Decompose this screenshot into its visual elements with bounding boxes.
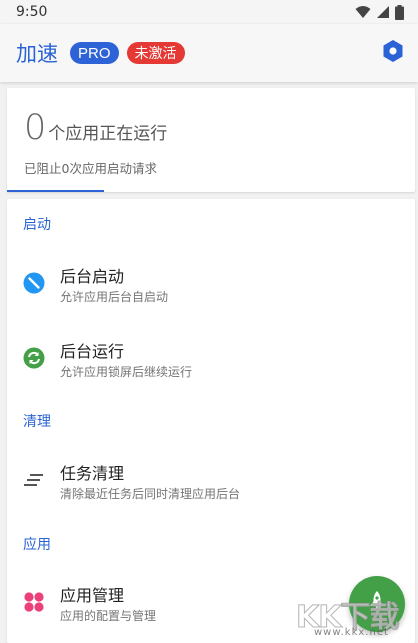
list-item-title: 后台运行: [60, 342, 125, 361]
status-time: 9:50: [16, 4, 48, 20]
running-apps-label: 个应用正在运行: [48, 124, 168, 144]
app-title: 加速: [16, 42, 58, 66]
clear-tasks-icon: [23, 469, 45, 491]
list-item-subtitle: 允许应用后台自启动: [60, 290, 169, 304]
list-item-title: 任务清理: [60, 464, 125, 483]
status-bar: 9:50: [0, 0, 418, 24]
battery-icon: [395, 4, 404, 20]
list-item-subtitle: 应用的配置与管理: [60, 609, 157, 623]
status-icons: [355, 4, 404, 20]
section-header-apps: 应用: [23, 537, 51, 553]
pro-badge[interactable]: PRO: [70, 42, 119, 64]
boost-fab-button[interactable]: [349, 576, 405, 632]
wifi-icon: [355, 5, 371, 19]
summary-tab-indicator: [7, 190, 104, 192]
app-bar: 加速 PRO 未激活: [0, 24, 418, 82]
list-item-background-launch[interactable]: 后台启动 允许应用后台自启动: [7, 255, 415, 313]
no-autostart-icon: [23, 272, 45, 294]
running-summary: 0 个应用正在运行: [24, 108, 167, 148]
hexagon-settings-icon: [383, 40, 403, 66]
list-item-title: 后台启动: [60, 267, 125, 286]
cellular-signal-icon: [376, 5, 390, 19]
blocked-requests-text: 已阻止0次应用启动请求: [24, 161, 157, 176]
running-app-count: 0: [24, 108, 47, 148]
rocket-icon: [368, 591, 386, 617]
activation-status-badge[interactable]: 未激活: [126, 42, 185, 64]
settings-list: 启动 后台启动 允许应用后台自启动 后台运行 允许应用锁屏后继续运行 清理 任务…: [7, 199, 415, 643]
section-header-launch: 启动: [23, 217, 51, 233]
section-header-clean: 清理: [23, 414, 51, 430]
settings-button[interactable]: [380, 40, 406, 66]
list-item-subtitle: 清除最近任务后同时清理应用后台: [60, 487, 241, 501]
apps-grid-icon: [23, 591, 45, 613]
list-item-subtitle: 允许应用锁屏后继续运行: [60, 365, 193, 379]
summary-card: 0 个应用正在运行 已阻止0次应用启动请求: [7, 88, 415, 192]
sync-icon: [23, 347, 45, 369]
list-item-task-clean[interactable]: 任务清理 清除最近任务后同时清理应用后台: [7, 452, 415, 510]
list-item-background-run[interactable]: 后台运行 允许应用锁屏后继续运行: [7, 330, 415, 388]
list-item-title: 应用管理: [60, 586, 125, 605]
